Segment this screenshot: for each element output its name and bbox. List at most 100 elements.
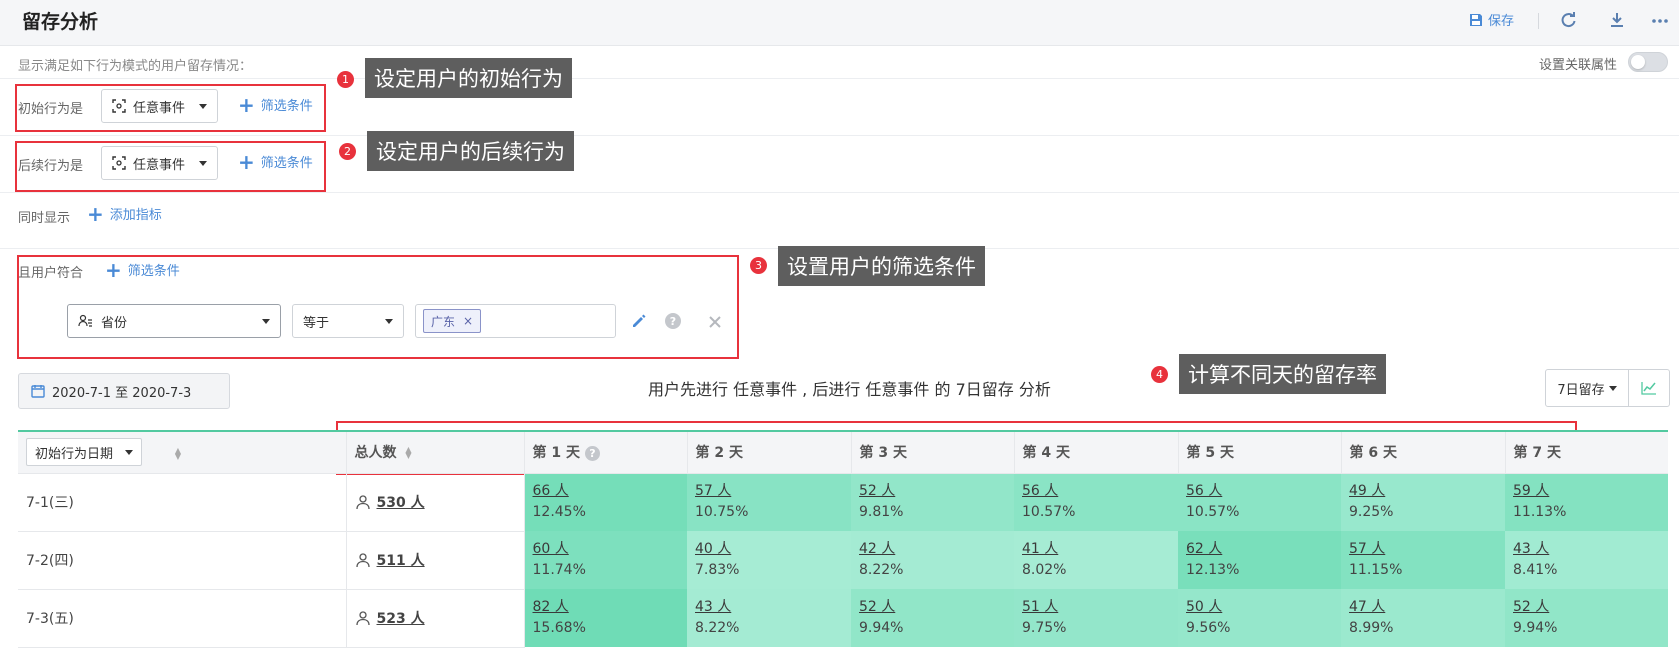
retention-rate: 10.57% — [1186, 504, 1240, 521]
retention-count-link[interactable]: 56 人 — [1186, 481, 1333, 502]
retention-cell: 52 人 9.81% — [851, 473, 1014, 531]
day-column-header: 第 2 天 — [687, 430, 852, 474]
chevron-down-icon — [125, 449, 134, 455]
retention-count-link[interactable]: 41 人 — [1022, 539, 1170, 560]
retention-cell: 40 人 7.83% — [687, 531, 851, 589]
retention-count-link[interactable]: 43 人 — [695, 597, 843, 618]
retention-cell: 52 人 9.94% — [1505, 589, 1668, 647]
sort-icon[interactable]: ▲ ▼ — [175, 446, 181, 460]
retention-rate: 9.81% — [859, 504, 904, 521]
page-title: 留存分析 — [22, 11, 99, 33]
day-column-header: 第 6 天 — [1341, 430, 1506, 474]
callout-badge: 4 — [1151, 366, 1168, 383]
row-total: 530 人 — [346, 473, 525, 532]
description-text: 显示满足如下行为模式的用户留存情况： — [18, 59, 253, 74]
callout-badge: 1 — [337, 71, 354, 88]
add-metric-button[interactable]: + 添加指标 — [87, 204, 162, 224]
retention-period-select[interactable]: 7日留存 — [1546, 370, 1629, 406]
retention-rate: 9.56% — [1186, 620, 1231, 636]
refresh-icon[interactable] — [1558, 10, 1578, 30]
retention-count-link[interactable]: 43 人 — [1513, 539, 1660, 560]
day-header-label: 第 4 天 — [1022, 445, 1071, 462]
total-users-link[interactable]: 511 人 — [377, 550, 425, 570]
retention-count-link[interactable]: 51 人 — [1022, 597, 1170, 618]
retention-count-link[interactable]: 50 人 — [1186, 597, 1333, 618]
date-range-picker[interactable]: 2020-7-1 至 2020-7-3 — [18, 373, 230, 409]
help-icon[interactable]: ? — [585, 445, 600, 461]
add-metric-label: 添加指标 — [109, 208, 162, 223]
sort-icon[interactable]: ▲ ▼ — [405, 446, 411, 460]
retention-rate: 8.22% — [859, 562, 904, 578]
also-show-label: 同时显示 — [18, 211, 71, 226]
retention-count-link[interactable]: 66 人 — [533, 481, 680, 502]
highlight-box-follow — [15, 141, 326, 192]
save-button[interactable]: 保存 — [1469, 10, 1514, 29]
retention-cell: 57 人 11.15% — [1341, 531, 1505, 589]
retention-count-link[interactable]: 82 人 — [533, 597, 680, 618]
retention-cell: 43 人 8.41% — [1505, 531, 1668, 589]
retention-count-link[interactable]: 47 人 — [1349, 597, 1497, 618]
table-header-row: 初始行为日期 ▲ ▼ 总人数 ▲ ▼ 第 1 天? 第 2 天 第 3 天 第 4 … — [18, 430, 1668, 474]
retention-rate: 10.57% — [1022, 504, 1076, 521]
link-attr-label: 设置关联属性 — [1539, 58, 1618, 73]
retention-table: 初始行为日期 ▲ ▼ 总人数 ▲ ▼ 第 1 天? 第 2 天 第 3 天 第 4 … — [18, 430, 1668, 648]
retention-rate: 7.83% — [695, 562, 740, 578]
download-icon[interactable] — [1607, 10, 1627, 30]
callout-badge: 2 — [339, 143, 356, 160]
user-icon — [355, 495, 370, 510]
retention-cell: 60 人 11.74% — [524, 531, 687, 589]
day-column-header: 第 4 天 — [1014, 430, 1179, 474]
retention-count-link[interactable]: 60 人 — [533, 539, 680, 560]
retention-rate: 9.94% — [1513, 620, 1558, 636]
retention-cell: 43 人 8.22% — [687, 589, 851, 647]
day-header-label: 第 5 天 — [1186, 445, 1235, 462]
retention-cell: 82 人 15.68% — [524, 589, 687, 647]
retention-cell: 41 人 8.02% — [1014, 531, 1178, 589]
retention-cell: 56 人 10.57% — [1178, 473, 1341, 531]
retention-count-link[interactable]: 57 人 — [695, 481, 843, 502]
retention-count-link[interactable]: 56 人 — [1022, 481, 1170, 502]
retention-rate: 9.75% — [1022, 620, 1067, 636]
date-column-select-value: 初始行为日期 — [35, 446, 114, 462]
table-row: 7-2(四) 511 人 60 人 11.74% 40 人 7.83% 42 人 8.22% 4… — [18, 531, 1668, 590]
retention-rate: 9.25% — [1349, 504, 1394, 521]
chart-view-button[interactable] — [1629, 370, 1669, 406]
retention-rate: 11.13% — [1513, 504, 1567, 521]
retention-rate: 12.45% — [532, 504, 586, 521]
day-header-label: 第 2 天 — [695, 445, 744, 462]
retention-period-value: 7日留存 — [1557, 382, 1605, 398]
save-icon — [1470, 13, 1482, 26]
total-column-header[interactable]: 总人数 ▲ ▼ — [346, 430, 525, 474]
retention-cell: 49 人 9.25% — [1341, 473, 1505, 531]
row-date: 7-2(四) — [18, 531, 347, 590]
total-users-link[interactable]: 523 人 — [377, 608, 425, 628]
table-row: 7-3(五) 523 人 82 人 15.68% 43 人 8.22% 52 人 9.94% 5… — [18, 589, 1668, 648]
retention-cell: 52 人 9.94% — [851, 589, 1014, 647]
date-column-select[interactable]: 初始行为日期 — [26, 438, 143, 467]
retention-count-link[interactable]: 40 人 — [695, 539, 843, 560]
row-date: 7-1(三) — [18, 473, 347, 532]
retention-count-link[interactable]: 52 人 — [1513, 597, 1660, 618]
retention-count-link[interactable]: 59 人 — [1513, 481, 1660, 502]
user-icon — [355, 611, 370, 626]
retention-count-link[interactable]: 49 人 — [1349, 481, 1497, 502]
retention-count-link[interactable]: 52 人 — [859, 597, 1006, 618]
day-column-header: 第 1 天? — [524, 430, 688, 474]
retention-rate: 15.68% — [532, 620, 586, 636]
retention-rate: 8.99% — [1349, 620, 1394, 636]
retention-rate: 8.41% — [1513, 562, 1558, 578]
day-header-label: 第 7 天 — [1513, 445, 1562, 462]
link-attr-toggle[interactable] — [1628, 52, 1668, 72]
retention-count-link[interactable]: 57 人 — [1349, 539, 1497, 560]
retention-rate: 8.22% — [695, 620, 740, 636]
retention-cell: 56 人 10.57% — [1014, 473, 1178, 531]
table-row: 7-1(三) 530 人 66 人 12.45% 57 人 10.75% 52 人 9.81%… — [18, 473, 1668, 532]
retention-rate: 12.13% — [1186, 562, 1240, 578]
total-users-link[interactable]: 530 人 — [377, 492, 425, 512]
retention-count-link[interactable]: 52 人 — [859, 481, 1006, 502]
retention-controls: 7日留存 — [1545, 369, 1670, 407]
retention-count-link[interactable]: 62 人 — [1186, 539, 1333, 560]
retention-count-link[interactable]: 42 人 — [859, 539, 1006, 560]
retention-rate: 11.74% — [532, 562, 586, 578]
more-icon[interactable] — [1650, 10, 1670, 30]
